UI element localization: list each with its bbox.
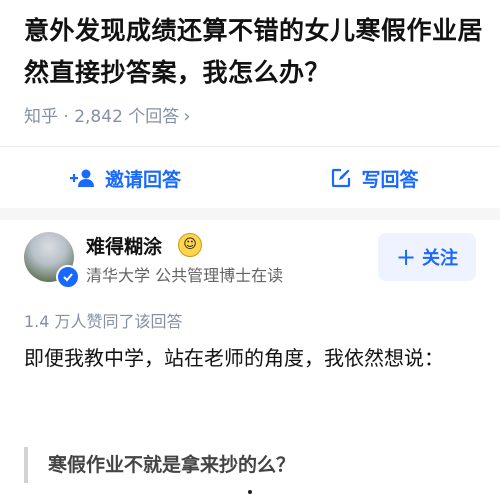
add-user-icon	[69, 169, 94, 187]
section-divider	[0, 208, 500, 220]
follow-button[interactable]: + 关注	[378, 233, 476, 281]
emoji-badge-icon: ☺	[178, 233, 202, 257]
write-answer-label: 写回答	[361, 168, 419, 191]
question-meta[interactable]: 知乎 · 2,842 个回答 ›	[24, 102, 191, 127]
question-title: 意外发现成绩还算不错的女儿寒假作业居然直接抄答案，我怎么办？	[24, 16, 484, 87]
author-name[interactable]: 难得糊涂	[86, 232, 162, 259]
follow-label: 关注	[422, 248, 459, 269]
question-meta-text: 知乎 · 2,842 个回答	[24, 107, 180, 127]
answer-actions-bar: 邀请回答 写回答	[0, 146, 500, 209]
invite-answer-label: 邀请回答	[104, 168, 181, 191]
verified-check-icon	[56, 265, 80, 289]
answer-paragraph: 即便我教中学，站在老师的角度，我依然想说：	[24, 346, 444, 370]
edit-icon	[332, 168, 351, 188]
invite-answer-button[interactable]: 邀请回答	[0, 165, 250, 192]
dot-decoration	[248, 490, 252, 494]
plus-icon: +	[395, 243, 417, 271]
vote-count: 1.4 万人赞同了该回答	[24, 312, 183, 331]
chevron-right-icon: ›	[183, 106, 191, 127]
write-answer-button[interactable]: 写回答	[250, 165, 500, 192]
author-description: 清华大学 公共管理博士在读	[86, 266, 284, 285]
answer-quote: 寒假作业不就是拿来抄的么？	[24, 447, 295, 483]
